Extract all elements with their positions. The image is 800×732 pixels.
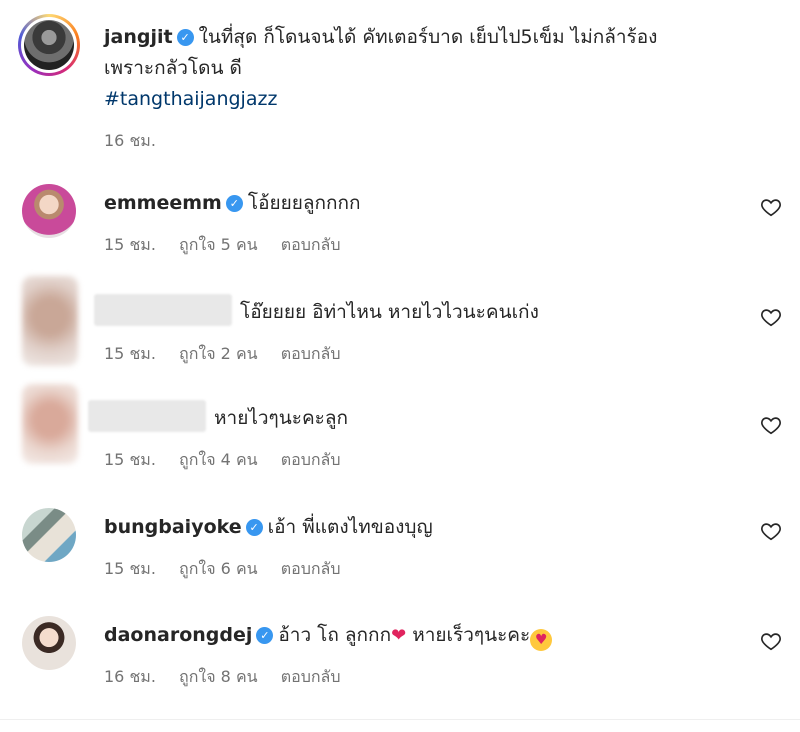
- comment-username[interactable]: [94, 294, 232, 326]
- post-time: 16 ชม.: [104, 131, 156, 150]
- comment-item: bungbaiyoke ✓ เอ้า พี่แตงไทของบุญ 15 ชม. ถ…: [22, 508, 792, 608]
- post-username[interactable]: jangjit: [104, 26, 173, 48]
- like-count[interactable]: ถูกใจ 4 คน: [179, 450, 258, 469]
- comment-time: 15 ชม.: [104, 450, 156, 469]
- comment-text: โอ้ยยยลูกกกก: [247, 192, 361, 214]
- reply-button[interactable]: ตอบกลับ: [281, 344, 341, 363]
- avatar[interactable]: [22, 276, 78, 366]
- comment-username[interactable]: [88, 400, 206, 432]
- verified-badge-icon: ✓: [176, 29, 194, 46]
- reply-button[interactable]: ตอบกลับ: [281, 667, 341, 686]
- avatar[interactable]: [22, 616, 76, 670]
- like-count[interactable]: ถูกใจ 2 คน: [179, 344, 258, 363]
- story-ring-avatar[interactable]: [18, 14, 80, 76]
- reply-button[interactable]: ตอบกลับ: [281, 450, 341, 469]
- comment-username[interactable]: daonarongdej: [104, 624, 252, 646]
- like-count[interactable]: ถูกใจ 5 คน: [179, 235, 258, 254]
- verified-badge-icon: ✓: [256, 627, 274, 644]
- comment-item: โอ๊ยยยย อิท่าไหน หายไวไวนะคนเก่ง 15 ชม. …: [22, 276, 792, 376]
- comment-username[interactable]: emmeemm: [104, 192, 222, 214]
- comment-text: หายเร็วๆนะคะ: [412, 624, 531, 646]
- verified-badge-icon: ✓: [245, 519, 263, 536]
- comment-item: emmeemm ✓ โอ้ยยยลูกกกก 15 ชม. ถูกใจ 5 คน ต…: [22, 184, 792, 284]
- heart-outline-icon[interactable]: [760, 196, 782, 218]
- reply-button[interactable]: ตอบกลับ: [281, 559, 341, 578]
- comment-item: หายไวๆนะคะลูก 15 ชม. ถูกใจ 4 คน ตอบกลับ: [22, 384, 792, 484]
- heart-outline-icon[interactable]: [760, 306, 782, 328]
- heart-eyes-emoji-icon: ♥: [530, 629, 553, 651]
- comment-time: 16 ชม.: [104, 667, 156, 686]
- comment-text: โอ๊ยยยย อิท่าไหน หายไวไวนะคนเก่ง: [240, 301, 539, 323]
- like-count[interactable]: ถูกใจ 8 คน: [179, 667, 258, 686]
- red-heart-emoji-icon: ❤: [391, 625, 407, 646]
- heart-outline-icon[interactable]: [760, 630, 782, 652]
- avatar[interactable]: [22, 184, 76, 238]
- comment-item: daonarongdej ✓ อ้าว โถ ลูกกก❤ หายเร็วๆนะคะ…: [22, 616, 792, 716]
- comment-text: เอ้า พี่แตงไทของบุญ: [267, 516, 433, 538]
- comment-text: อ้าว โถ ลูกกก: [278, 624, 392, 646]
- comment-time: 15 ชม.: [104, 344, 156, 363]
- comment-text: หายไวๆนะคะลูก: [214, 407, 349, 429]
- avatar[interactable]: [22, 508, 76, 562]
- divider: [0, 719, 800, 720]
- avatar[interactable]: [22, 384, 78, 464]
- like-count[interactable]: ถูกใจ 6 คน: [179, 559, 258, 578]
- caption-line-1: ในที่สุด ก็โดนจนได้ คัทเตอร์บาด เย็บไป5เ…: [198, 26, 658, 48]
- verified-badge-icon: ✓: [225, 195, 243, 212]
- comment-time: 15 ชม.: [104, 559, 156, 578]
- caption-line-2: เพราะกลัวโดน ดี: [104, 57, 242, 79]
- avatar: [24, 20, 74, 70]
- reply-button[interactable]: ตอบกลับ: [281, 235, 341, 254]
- hashtag-link[interactable]: #tangthaijangjazz: [104, 84, 764, 115]
- comment-username[interactable]: bungbaiyoke: [104, 516, 242, 538]
- heart-outline-icon[interactable]: [760, 520, 782, 542]
- heart-outline-icon[interactable]: [760, 414, 782, 436]
- comment-time: 15 ชม.: [104, 235, 156, 254]
